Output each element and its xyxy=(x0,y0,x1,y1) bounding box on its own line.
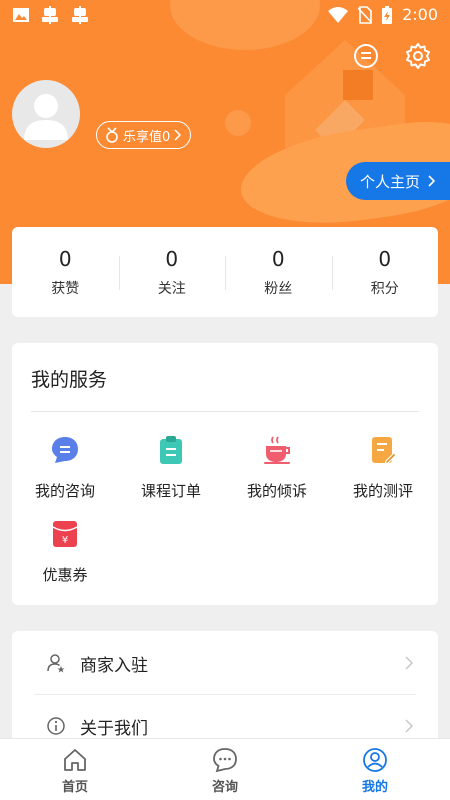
stat-points[interactable]: 0 积分 xyxy=(331,246,439,298)
menu-item-merchant-join[interactable]: 商家入驻 xyxy=(34,632,416,694)
image-icon xyxy=(13,8,29,22)
stats-card: 0 获赞 0 关注 0 粉丝 0 积分 xyxy=(12,227,438,317)
chevron-right-icon xyxy=(405,719,414,733)
bottom-tab-bar: 首页 咨询 我的 xyxy=(0,738,450,800)
settings-gear-icon[interactable] xyxy=(404,42,432,70)
avatar[interactable] xyxy=(12,80,80,148)
chevron-right-icon xyxy=(174,129,182,141)
tab-label: 我的 xyxy=(361,780,388,795)
service-label: 我的倾诉 xyxy=(246,482,307,500)
chevron-right-icon xyxy=(405,656,414,670)
red-envelope-icon: ¥ xyxy=(52,521,78,547)
stat-fans[interactable]: 0 粉丝 xyxy=(225,246,332,298)
no-sim-icon xyxy=(358,5,373,24)
user-star-icon xyxy=(47,654,65,673)
clock: 2:00 xyxy=(402,5,438,24)
menu-item-label: 商家入驻 xyxy=(80,655,148,676)
service-my-consultation[interactable]: 我的咨询 xyxy=(12,435,118,501)
tab-mine[interactable]: 我的 xyxy=(300,739,450,800)
service-label: 我的测评 xyxy=(352,482,413,500)
stat-label: 积分 xyxy=(370,281,399,297)
info-icon xyxy=(47,717,65,735)
header-decoration xyxy=(225,110,251,136)
medal-icon xyxy=(106,127,118,143)
chat-bubble-icon xyxy=(52,437,78,463)
profile-icon xyxy=(363,748,387,772)
stat-label: 获赞 xyxy=(51,281,80,297)
status-bar: 2:00 xyxy=(0,0,450,32)
chat-icon xyxy=(213,748,237,773)
service-label: 优惠券 xyxy=(42,566,88,584)
service-label: 我的咨询 xyxy=(34,482,95,500)
divider xyxy=(31,411,419,412)
message-icon[interactable] xyxy=(352,42,380,70)
score-badge[interactable]: 乐享值0 xyxy=(96,121,192,149)
coffee-cup-icon xyxy=(264,436,290,464)
clipboard-icon xyxy=(160,436,182,464)
tab-label: 首页 xyxy=(61,780,88,795)
tab-consult[interactable]: 咨询 xyxy=(150,739,300,800)
service-label: 课程订单 xyxy=(140,482,201,500)
bug-icon xyxy=(42,6,58,24)
service-coupons[interactable]: ¥ 优惠券 xyxy=(12,519,118,585)
home-icon xyxy=(64,749,86,771)
stat-label: 关注 xyxy=(157,281,186,297)
stat-label: 粉丝 xyxy=(264,281,293,297)
user-avatar-icon xyxy=(24,94,68,140)
battery-icon xyxy=(382,5,393,24)
stat-value: 0 xyxy=(165,247,179,271)
my-services-card: 我的服务 我的咨询 课程订单 我的倾诉 我的测评 ¥ 优惠券 xyxy=(12,343,438,605)
stat-value: 0 xyxy=(378,247,392,271)
section-title: 我的服务 xyxy=(31,369,108,391)
menu-item-label: 关于我们 xyxy=(80,718,148,739)
stat-likes[interactable]: 0 获赞 xyxy=(12,246,119,298)
stat-value: 0 xyxy=(58,247,72,271)
chevron-right-icon xyxy=(428,175,436,187)
service-my-assessment[interactable]: 我的测评 xyxy=(330,435,436,501)
personal-homepage-label: 个人主页 xyxy=(359,172,420,191)
tab-home[interactable]: 首页 xyxy=(0,739,150,800)
service-course-orders[interactable]: 课程订单 xyxy=(118,435,224,501)
stat-following[interactable]: 0 关注 xyxy=(118,246,226,298)
svg-text:¥: ¥ xyxy=(62,535,68,546)
score-label: 乐享值0 xyxy=(123,129,171,145)
wifi-icon xyxy=(328,6,349,23)
personal-homepage-button[interactable]: 个人主页 xyxy=(346,162,450,200)
tab-label: 咨询 xyxy=(211,780,238,795)
bug-icon xyxy=(72,6,88,24)
service-my-confide[interactable]: 我的倾诉 xyxy=(224,435,330,501)
stat-value: 0 xyxy=(271,247,285,271)
document-edit-icon xyxy=(372,437,397,465)
